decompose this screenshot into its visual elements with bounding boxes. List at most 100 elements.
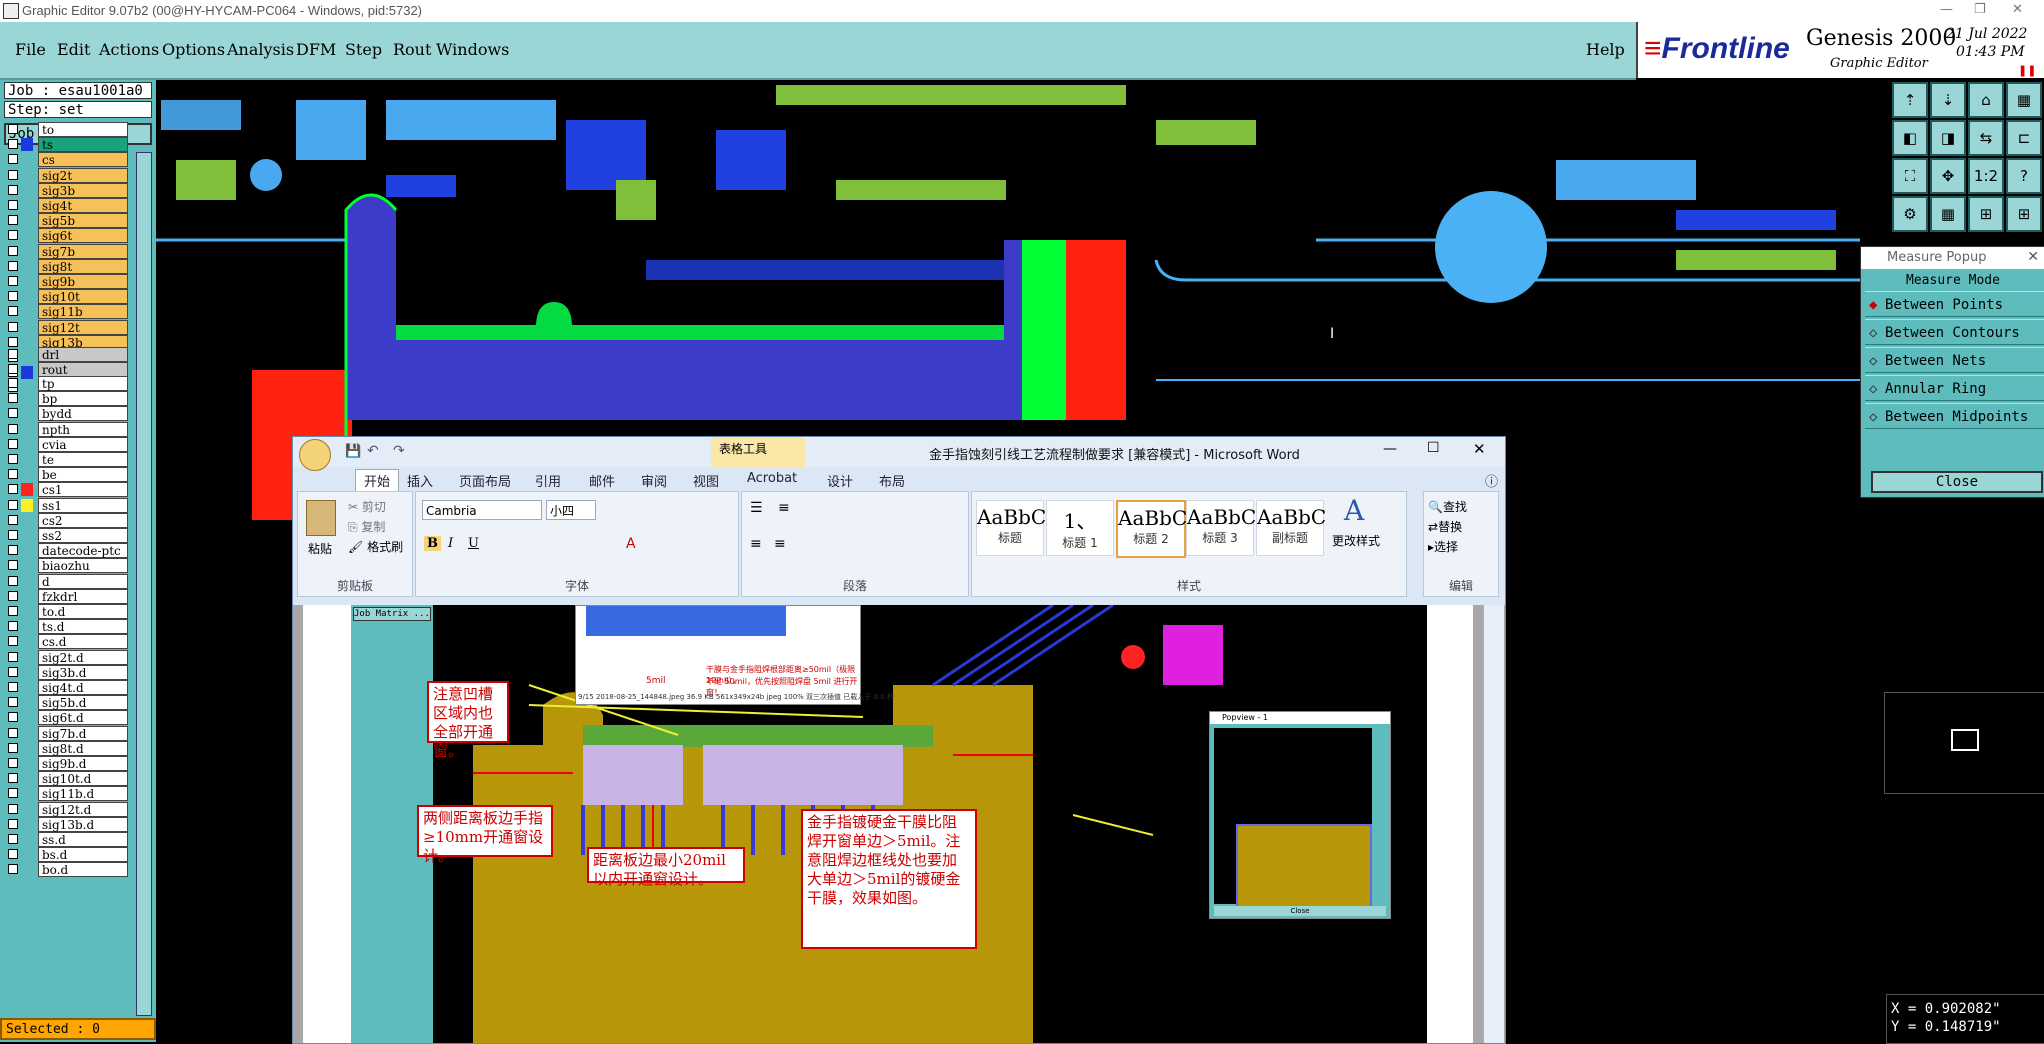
layer-color-swatch[interactable] bbox=[21, 245, 33, 258]
layer-name[interactable]: sig7b bbox=[38, 243, 128, 259]
measure-icon[interactable]: ⊞ bbox=[1968, 196, 2004, 232]
close-icon[interactable]: ✕ bbox=[2012, 2, 2023, 17]
layer-name[interactable]: sig8t bbox=[38, 258, 128, 274]
layer-name[interactable]: be bbox=[38, 467, 128, 483]
layer-checkbox[interactable] bbox=[8, 590, 18, 601]
layer-checkbox[interactable] bbox=[8, 758, 18, 768]
layer-row[interactable]: cvia bbox=[6, 436, 128, 452]
layer-color-swatch[interactable] bbox=[21, 590, 33, 603]
home-icon[interactable]: ⌂ bbox=[1968, 82, 2004, 118]
menu-options[interactable]: Options bbox=[162, 40, 225, 59]
layer-row[interactable]: sig3b bbox=[6, 182, 128, 198]
layer-row[interactable]: ts bbox=[6, 137, 128, 153]
tab-references[interactable]: 引用 bbox=[535, 471, 561, 490]
layer-color-swatch[interactable] bbox=[21, 696, 33, 709]
layer-checkbox[interactable] bbox=[8, 697, 18, 708]
layer-row[interactable]: sig4t bbox=[6, 198, 128, 213]
layer-name[interactable]: ss.d bbox=[38, 832, 128, 847]
style-heading-3[interactable]: AaBbC 标题 3 bbox=[1186, 500, 1256, 556]
layer-name[interactable]: cs2 bbox=[38, 512, 128, 528]
document-area[interactable]: Job Matrix ... 5mil 干膜与金手指阻焊根部距离≥50mil（极… bbox=[293, 605, 1505, 1043]
document-scrollbar[interactable] bbox=[1483, 605, 1504, 1043]
layer-checkbox[interactable] bbox=[8, 788, 18, 799]
layer-row[interactable]: ts.d bbox=[6, 619, 128, 635]
fit-icon[interactable]: ⇆ bbox=[1968, 120, 2004, 156]
snap-icon[interactable]: ⊏ bbox=[2006, 120, 2042, 156]
layer-checkbox[interactable] bbox=[8, 154, 18, 165]
layer-row[interactable]: sig5b bbox=[6, 213, 128, 229]
layer-row[interactable]: biaozhu bbox=[6, 558, 128, 574]
layer-row[interactable]: ss2 bbox=[6, 528, 128, 543]
layer-color-swatch[interactable] bbox=[21, 559, 33, 572]
layer-checkbox[interactable] bbox=[8, 530, 18, 540]
layer-checkbox[interactable] bbox=[8, 336, 18, 347]
layer-name[interactable]: sig9b.d bbox=[38, 756, 128, 771]
layer-name[interactable]: sig5b.d bbox=[38, 695, 128, 711]
layer-name[interactable]: sig12t.d bbox=[38, 801, 128, 817]
option-annular-ring[interactable]: ◇ Annular Ring bbox=[1865, 375, 2044, 401]
layer-row[interactable]: npth bbox=[6, 421, 128, 437]
layer-checkbox[interactable] bbox=[8, 291, 18, 302]
layer-name[interactable]: cvia bbox=[38, 436, 128, 452]
layer-checkbox[interactable] bbox=[8, 215, 18, 226]
layer-checkbox[interactable] bbox=[8, 423, 18, 434]
pan-icon[interactable]: ✥ bbox=[1930, 158, 1966, 194]
layer-name[interactable]: sig11b.d bbox=[38, 786, 128, 802]
layer-color-swatch[interactable] bbox=[21, 468, 33, 481]
layout-icon[interactable]: ▦ bbox=[2006, 82, 2042, 118]
layer-checkbox[interactable] bbox=[8, 321, 18, 332]
layer-checkbox[interactable] bbox=[8, 834, 18, 844]
layer-color-swatch[interactable] bbox=[21, 848, 33, 861]
layer-row[interactable]: sig7b.d bbox=[6, 725, 128, 741]
layer-checkbox[interactable] bbox=[8, 169, 18, 180]
layer-checkbox[interactable] bbox=[8, 349, 18, 359]
layer-color-swatch[interactable] bbox=[21, 605, 33, 618]
layer-color-swatch[interactable] bbox=[21, 290, 33, 303]
option-between-points[interactable]: ◆ Between Points bbox=[1865, 291, 2044, 317]
layer-color-swatch[interactable] bbox=[21, 833, 33, 846]
layer-row[interactable]: rout bbox=[6, 362, 128, 378]
layer-name[interactable]: te bbox=[38, 452, 128, 467]
layer-row[interactable]: cs2 bbox=[6, 512, 128, 528]
layer-name[interactable]: sig11b bbox=[38, 304, 128, 320]
layer-checkbox[interactable] bbox=[8, 682, 18, 692]
layer-color-swatch[interactable] bbox=[21, 651, 33, 664]
layer-row[interactable]: sig12t bbox=[6, 319, 128, 335]
layer-checkbox[interactable] bbox=[8, 124, 18, 134]
layer-name[interactable]: sig13b.d bbox=[38, 816, 128, 832]
layer-checkbox[interactable] bbox=[8, 260, 18, 271]
layer-checkbox[interactable] bbox=[8, 139, 18, 150]
layer-row[interactable]: to bbox=[6, 122, 128, 137]
style-subtitle[interactable]: AaBbC 副标题 bbox=[1256, 500, 1326, 556]
layer-name[interactable]: sig3b.d bbox=[38, 664, 128, 680]
help-icon[interactable]: ⓘ bbox=[1485, 471, 1498, 490]
layer-color-swatch[interactable] bbox=[21, 260, 33, 273]
layer-row[interactable]: sig3b.d bbox=[6, 664, 128, 680]
layer-row[interactable]: sig2t.d bbox=[6, 649, 128, 665]
minimize-icon[interactable]: — bbox=[1383, 441, 1397, 457]
select-button[interactable]: ▸选择 bbox=[1428, 538, 1458, 555]
layer-name[interactable]: rout bbox=[38, 362, 128, 378]
tab-layout[interactable]: 布局 bbox=[879, 471, 905, 490]
paste-icon[interactable] bbox=[306, 500, 336, 536]
layer-color-swatch[interactable] bbox=[21, 514, 33, 527]
layer-color-swatch[interactable] bbox=[21, 818, 33, 831]
layer-row[interactable]: bs.d bbox=[6, 847, 128, 863]
layer-name[interactable]: sig6t bbox=[38, 228, 128, 244]
style-heading-2[interactable]: AaBbC 标题 2 bbox=[1116, 500, 1187, 558]
menu-windows[interactable]: Windows bbox=[436, 40, 509, 59]
layer-checkbox[interactable] bbox=[8, 560, 18, 571]
layer-color-swatch[interactable] bbox=[21, 363, 33, 376]
font-color-button[interactable]: A bbox=[626, 536, 636, 552]
office-button-icon[interactable] bbox=[299, 439, 331, 471]
overview-window[interactable] bbox=[1884, 692, 2044, 794]
italic-button[interactable]: I bbox=[448, 536, 453, 551]
layer-row[interactable]: be bbox=[6, 467, 128, 483]
style-heading-1[interactable]: 1、 标题 1 bbox=[1046, 500, 1114, 556]
layer-name[interactable]: sig9b bbox=[38, 274, 128, 289]
menu-file[interactable]: File bbox=[15, 40, 46, 59]
layer-checkbox[interactable] bbox=[8, 230, 18, 241]
layer-color-swatch[interactable] bbox=[21, 757, 33, 770]
layer-checkbox[interactable] bbox=[8, 621, 18, 632]
layer-checkbox[interactable] bbox=[8, 469, 18, 480]
